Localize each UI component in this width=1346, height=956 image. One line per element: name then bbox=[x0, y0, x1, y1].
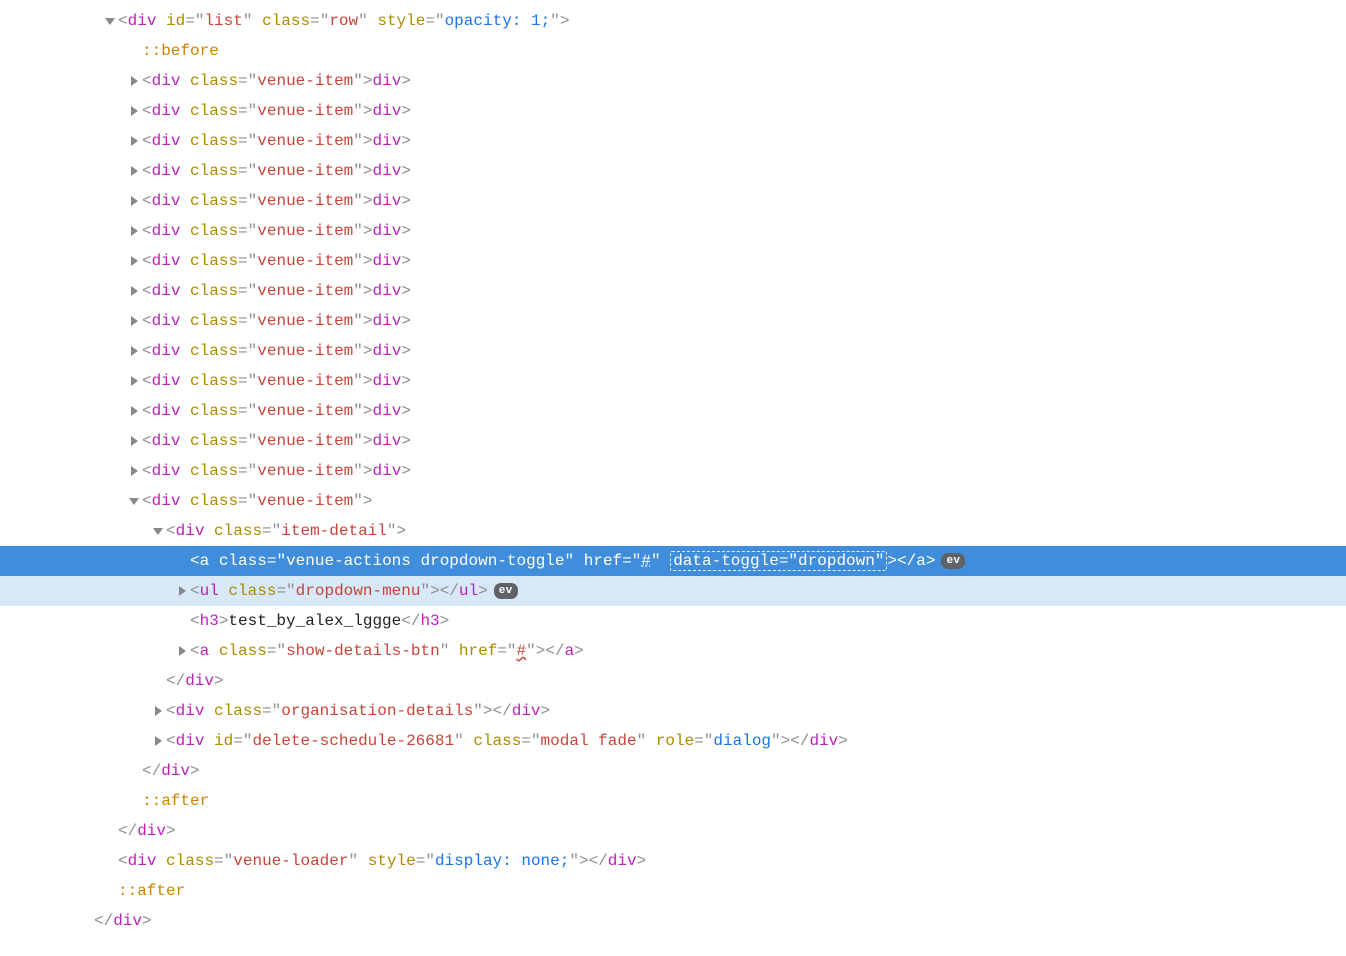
tree-row-venue-item[interactable]: <div class="venue-item">div> bbox=[0, 156, 1346, 186]
node-label: <div class="venue-item">div> bbox=[142, 246, 411, 276]
pseudo-element-label: ::after bbox=[142, 786, 209, 816]
expand-toggle-icon[interactable] bbox=[126, 226, 142, 236]
tree-row-venue-loader[interactable]: <div class="venue-loader" style="display… bbox=[0, 846, 1346, 876]
node-label: </div> bbox=[166, 666, 224, 696]
node-label: </div> bbox=[94, 906, 152, 936]
node-label: <div class="venue-item">div> bbox=[142, 186, 411, 216]
node-label: <div class="venue-item">div> bbox=[142, 396, 411, 426]
tree-row-delete-modal[interactable]: <div id="delete-schedule-26681" class="m… bbox=[0, 726, 1346, 756]
tree-row-h3[interactable]: <h3>test_by_alex_lggge</h3> bbox=[0, 606, 1346, 636]
node-label: <div class="venue-item">div> bbox=[142, 456, 411, 486]
tree-row-venue-item[interactable]: <div class="venue-item">div> bbox=[0, 426, 1346, 456]
node-label: <a class="venue-actions dropdown-toggle"… bbox=[190, 546, 935, 576]
tree-row-venue-item[interactable]: <div class="venue-item">div> bbox=[0, 306, 1346, 336]
expand-toggle-icon[interactable] bbox=[126, 466, 142, 476]
event-listener-badge[interactable]: ev bbox=[494, 583, 518, 599]
tree-row-venue-item[interactable]: <div class="venue-item">div> bbox=[0, 276, 1346, 306]
expand-toggle-icon[interactable] bbox=[126, 376, 142, 386]
node-label: <ul class="dropdown-menu"></ul> bbox=[190, 576, 488, 606]
expand-toggle-icon[interactable] bbox=[150, 706, 166, 716]
tree-row-close-div[interactable]: </div> bbox=[0, 756, 1346, 786]
tree-row-close-div[interactable]: </div> bbox=[0, 666, 1346, 696]
node-label: <div id="list" class="row" style="opacit… bbox=[118, 6, 569, 36]
node-label: </div> bbox=[118, 816, 176, 846]
expand-toggle-icon[interactable] bbox=[126, 166, 142, 176]
node-label: <div class="venue-item">div> bbox=[142, 306, 411, 336]
expand-toggle-icon[interactable] bbox=[126, 496, 142, 506]
href-hash-link: # bbox=[517, 642, 527, 660]
tree-row-venue-item[interactable]: <div class="venue-item">div> bbox=[0, 246, 1346, 276]
expand-toggle-icon[interactable] bbox=[126, 256, 142, 266]
node-label: <div class="venue-item">div> bbox=[142, 126, 411, 156]
node-label: <div class="venue-item">div> bbox=[142, 96, 411, 126]
tree-row-close-div[interactable]: </div> bbox=[0, 816, 1346, 846]
expand-toggle-icon[interactable] bbox=[126, 436, 142, 446]
tree-row-dropdown-menu[interactable]: <ul class="dropdown-menu"></ul> ev bbox=[0, 576, 1346, 606]
expand-toggle-icon[interactable] bbox=[126, 286, 142, 296]
event-listener-badge[interactable]: ev bbox=[941, 553, 965, 569]
node-label: <div class="venue-item">div> bbox=[142, 66, 411, 96]
node-label: <div class="item-detail"> bbox=[166, 516, 406, 546]
tree-row-venue-item[interactable]: <div class="venue-item">div> bbox=[0, 336, 1346, 366]
expand-toggle-icon[interactable] bbox=[126, 316, 142, 326]
tree-row-venue-item[interactable]: <div class="venue-item">div> bbox=[0, 216, 1346, 246]
tree-row-venue-item[interactable]: <div class="venue-item">div> bbox=[0, 126, 1346, 156]
tree-row-venue-item[interactable]: <div class="venue-item">div> bbox=[0, 186, 1346, 216]
dom-tree: <div id="list" class="row" style="opacit… bbox=[0, 0, 1346, 956]
tree-row-venue-item[interactable]: <div class="venue-item">div> bbox=[0, 366, 1346, 396]
tree-row-pseudo-after[interactable]: ::after bbox=[0, 876, 1346, 906]
expand-toggle-icon[interactable] bbox=[126, 136, 142, 146]
tree-row-venue-item[interactable]: <div class="venue-item">div> bbox=[0, 66, 1346, 96]
expand-toggle-icon[interactable] bbox=[126, 346, 142, 356]
expand-toggle-icon[interactable] bbox=[150, 736, 166, 746]
node-label: <div class="venue-item">div> bbox=[142, 156, 411, 186]
pseudo-element-label: ::before bbox=[142, 36, 219, 66]
tree-row-venue-item-expanded[interactable]: <div class="venue-item"> bbox=[0, 486, 1346, 516]
tree-row-root[interactable]: <div id="list" class="row" style="opacit… bbox=[0, 6, 1346, 36]
tree-row-item-detail[interactable]: <div class="item-detail"> bbox=[0, 516, 1346, 546]
node-label: <div id="delete-schedule-26681" class="m… bbox=[166, 726, 848, 756]
node-label: <h3>test_by_alex_lggge</h3> bbox=[190, 606, 449, 636]
node-label: <div class="venue-item"> bbox=[142, 486, 373, 516]
node-label: </div> bbox=[142, 756, 200, 786]
tree-row-venue-item[interactable]: <div class="venue-item">div> bbox=[0, 456, 1346, 486]
tree-row-pseudo-after[interactable]: ::after bbox=[0, 786, 1346, 816]
expand-toggle-icon[interactable] bbox=[102, 16, 118, 26]
node-label: <div class="venue-item">div> bbox=[142, 276, 411, 306]
tree-row-venue-item[interactable]: <div class="venue-item">div> bbox=[0, 396, 1346, 426]
expand-toggle-icon[interactable] bbox=[126, 196, 142, 206]
tree-row-selected[interactable]: <a class="venue-actions dropdown-toggle"… bbox=[0, 546, 1346, 576]
tree-row-show-details[interactable]: <a class="show-details-btn" href="#"></a… bbox=[0, 636, 1346, 666]
expand-toggle-icon[interactable] bbox=[150, 526, 166, 536]
node-label: <div class="venue-item">div> bbox=[142, 216, 411, 246]
expand-toggle-icon[interactable] bbox=[126, 106, 142, 116]
node-label: <div class="organisation-details"></div> bbox=[166, 696, 550, 726]
node-label: <a class="show-details-btn" href="#"></a… bbox=[190, 636, 584, 666]
pseudo-element-label: ::after bbox=[118, 876, 185, 906]
node-label: <div class="venue-item">div> bbox=[142, 336, 411, 366]
expand-toggle-icon[interactable] bbox=[174, 646, 190, 656]
tree-row-pseudo-before[interactable]: ::before bbox=[0, 36, 1346, 66]
tree-row-close-div[interactable]: </div> bbox=[0, 906, 1346, 936]
tree-row-org-details[interactable]: <div class="organisation-details"></div> bbox=[0, 696, 1346, 726]
tree-row-venue-item[interactable]: <div class="venue-item">div> bbox=[0, 96, 1346, 126]
expand-toggle-icon[interactable] bbox=[126, 406, 142, 416]
expand-toggle-icon[interactable] bbox=[126, 76, 142, 86]
expand-toggle-icon[interactable] bbox=[174, 586, 190, 596]
node-label: <div class="venue-loader" style="display… bbox=[118, 846, 646, 876]
node-label: <div class="venue-item">div> bbox=[142, 426, 411, 456]
node-label: <div class="venue-item">div> bbox=[142, 366, 411, 396]
